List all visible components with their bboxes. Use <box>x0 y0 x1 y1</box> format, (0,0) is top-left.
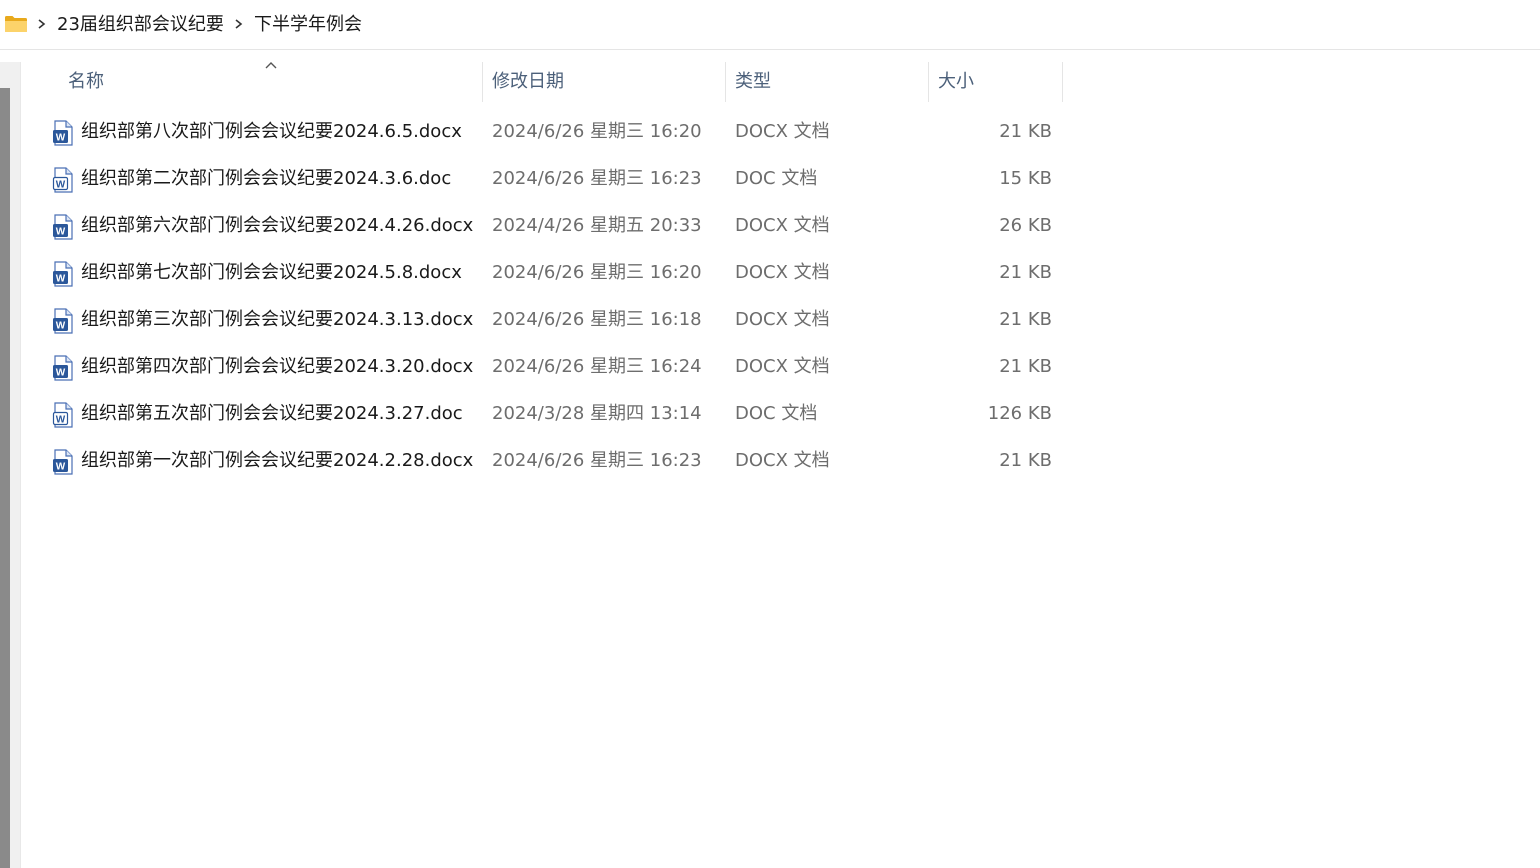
docx-icon <box>52 120 74 146</box>
doc-icon <box>52 402 74 428</box>
file-type: DOCX 文档 <box>735 262 830 283</box>
column-header-type[interactable]: 类型 <box>735 62 925 102</box>
file-size: 21 KB <box>999 262 1052 283</box>
file-size: 21 KB <box>999 450 1052 471</box>
docx-icon <box>52 355 74 381</box>
file-type: DOCX 文档 <box>735 309 830 330</box>
chevron-right-icon[interactable] <box>35 13 49 35</box>
file-name: 组织部第三次部门例会会议纪要2024.3.13.docx <box>81 309 474 330</box>
column-divider[interactable] <box>928 62 929 102</box>
file-name: 组织部第五次部门例会会议纪要2024.3.27.doc <box>81 403 463 424</box>
file-size: 21 KB <box>999 121 1052 142</box>
file-date: 2024/4/26 星期五 20:33 <box>492 215 702 236</box>
column-divider[interactable] <box>1062 62 1063 102</box>
breadcrumb-item-current[interactable]: 下半学年例会 <box>254 12 362 38</box>
file-size: 15 KB <box>999 168 1052 189</box>
column-divider[interactable] <box>482 62 483 102</box>
file-type: DOCX 文档 <box>735 121 830 142</box>
file-name: 组织部第八次部门例会会议纪要2024.6.5.docx <box>81 121 462 142</box>
file-size: 26 KB <box>999 215 1052 236</box>
file-row[interactable]: 组织部第六次部门例会会议纪要2024.4.26.docx 2024/4/26 星… <box>46 206 1062 246</box>
file-date: 2024/6/26 星期三 16:24 <box>492 356 702 377</box>
file-row[interactable]: 组织部第三次部门例会会议纪要2024.3.13.docx 2024/6/26 星… <box>46 300 1062 340</box>
docx-icon <box>52 214 74 240</box>
file-name: 组织部第六次部门例会会议纪要2024.4.26.docx <box>81 215 474 236</box>
file-size: 21 KB <box>999 309 1052 330</box>
column-header-date[interactable]: 修改日期 <box>492 62 722 102</box>
file-size: 21 KB <box>999 356 1052 377</box>
file-type: DOCX 文档 <box>735 356 830 377</box>
folder-icon <box>5 16 27 32</box>
docx-icon <box>52 261 74 287</box>
column-header-size[interactable]: 大小 <box>938 62 1058 102</box>
file-date: 2024/6/26 星期三 16:20 <box>492 121 702 142</box>
file-name: 组织部第四次部门例会会议纪要2024.3.20.docx <box>81 356 474 377</box>
file-date: 2024/3/28 星期四 13:14 <box>492 403 702 424</box>
file-row[interactable]: 组织部第一次部门例会会议纪要2024.2.28.docx 2024/6/26 星… <box>46 441 1062 481</box>
pane-divider[interactable] <box>20 62 21 868</box>
chevron-right-icon[interactable] <box>232 13 246 35</box>
file-row[interactable]: 组织部第八次部门例会会议纪要2024.6.5.docx 2024/6/26 星期… <box>46 112 1062 152</box>
nav-scrollbar-thumb[interactable] <box>0 88 10 868</box>
file-date: 2024/6/26 星期三 16:23 <box>492 168 702 189</box>
file-explorer-window: 23届组织部会议纪要 下半学年例会 名称 修改日期 类型 大小 组织部第八次部门… <box>0 0 1540 868</box>
breadcrumb[interactable]: 23届组织部会议纪要 下半学年例会 <box>0 0 1540 50</box>
file-name: 组织部第一次部门例会会议纪要2024.2.28.docx <box>81 450 474 471</box>
file-date: 2024/6/26 星期三 16:23 <box>492 450 702 471</box>
file-type: DOCX 文档 <box>735 215 830 236</box>
file-date: 2024/6/26 星期三 16:18 <box>492 309 702 330</box>
file-row[interactable]: 组织部第四次部门例会会议纪要2024.3.20.docx 2024/6/26 星… <box>46 347 1062 387</box>
file-size: 126 KB <box>987 403 1052 424</box>
file-name: 组织部第二次部门例会会议纪要2024.3.6.doc <box>81 168 452 189</box>
column-header-name[interactable]: 名称 <box>68 62 480 102</box>
column-divider[interactable] <box>725 62 726 102</box>
file-type: DOCX 文档 <box>735 450 830 471</box>
doc-icon <box>52 167 74 193</box>
file-type: DOC 文档 <box>735 168 818 189</box>
file-name: 组织部第七次部门例会会议纪要2024.5.8.docx <box>81 262 462 283</box>
docx-icon <box>52 449 74 475</box>
breadcrumb-item-parent[interactable]: 23届组织部会议纪要 <box>57 12 224 38</box>
docx-icon <box>52 308 74 334</box>
file-row[interactable]: 组织部第五次部门例会会议纪要2024.3.27.doc 2024/3/28 星期… <box>46 394 1062 434</box>
file-row[interactable]: 组织部第二次部门例会会议纪要2024.3.6.doc 2024/6/26 星期三… <box>46 159 1062 199</box>
file-row[interactable]: 组织部第七次部门例会会议纪要2024.5.8.docx 2024/6/26 星期… <box>46 253 1062 293</box>
file-type: DOC 文档 <box>735 403 818 424</box>
file-date: 2024/6/26 星期三 16:20 <box>492 262 702 283</box>
